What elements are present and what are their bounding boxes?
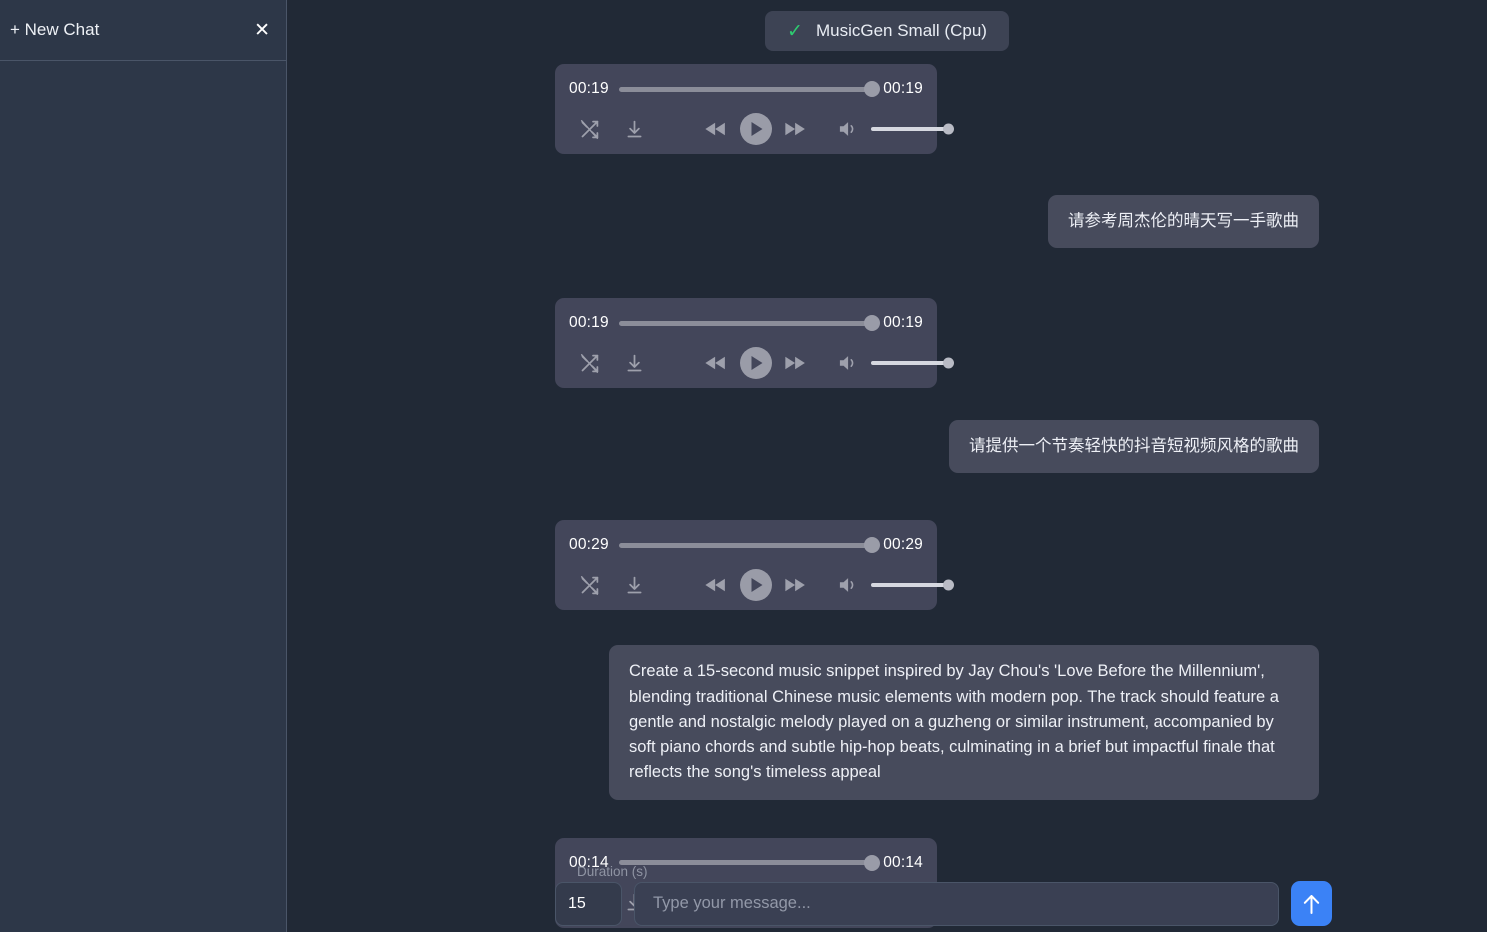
total-time-label: 00:19 [883,314,923,332]
app-root: + New Chat ✕ ✓ MusicGen Small (Cpu) 00:1… [0,0,1487,932]
transport-controls [705,347,807,380]
volume-knob[interactable] [943,123,954,135]
volume-icon[interactable] [839,354,859,372]
total-time-label: 00:29 [883,536,923,554]
rewind-icon[interactable] [705,121,727,137]
send-button[interactable] [1291,881,1332,926]
download-icon[interactable] [624,119,645,140]
user-message-bubble: 请参考周杰伦的晴天写一手歌曲 [1048,195,1319,249]
fast-forward-icon[interactable] [785,355,807,371]
audio-message-row: 00:29 00:29 [555,520,1319,611]
audio-player[interactable]: 00:29 00:29 [555,520,954,611]
player-controls-row [569,347,954,380]
volume-group [839,354,954,372]
seek-slider[interactable] [618,537,881,554]
fast-forward-icon[interactable] [785,577,807,593]
volume-slider[interactable] [871,579,954,591]
seek-knob[interactable] [864,537,881,554]
user-message-bubble: Create a 15-second music snippet inspire… [609,645,1319,800]
play-button[interactable] [740,347,772,380]
download-icon[interactable] [624,353,645,374]
shuffle-disabled-icon[interactable] [579,119,600,140]
volume-slider[interactable] [871,357,954,369]
play-button[interactable] [740,569,772,602]
player-controls-row [569,113,954,145]
player-controls-row [569,569,954,602]
total-time-label: 00:19 [883,80,923,97]
player-progress-row: 00:29 00:29 [569,532,923,558]
new-chat-button[interactable]: + New Chat [4,16,105,44]
text-message-row: 请参考周杰伦的晴天写一手歌曲 [555,195,1319,249]
fast-forward-icon[interactable] [785,121,807,137]
audio-player[interactable]: 00:19 00:19 [555,64,954,154]
text-message-row: Create a 15-second music snippet inspire… [555,645,1319,800]
volume-icon[interactable] [839,120,859,138]
user-message-bubble: 请提供一个节奏轻快的抖音短视频风格的歌曲 [949,420,1319,474]
text-message-row: 请提供一个节奏轻快的抖音短视频风格的歌曲 [555,420,1319,474]
play-button[interactable] [740,113,772,145]
seek-knob[interactable] [864,81,881,97]
audio-player[interactable]: 00:19 00:19 [555,298,954,389]
shuffle-disabled-icon[interactable] [579,353,600,374]
current-time-label: 00:29 [569,536,609,554]
transport-controls [705,113,807,145]
arrow-up-icon [1303,894,1320,914]
seek-slider[interactable] [618,315,881,332]
duration-input[interactable] [555,881,622,926]
seek-slider[interactable] [618,81,881,97]
volume-group [839,120,954,138]
play-icon [751,122,762,136]
player-progress-row: 00:19 00:19 [569,310,923,336]
volume-knob[interactable] [943,579,954,591]
shuffle-disabled-icon[interactable] [579,575,600,596]
chat-history-list[interactable] [0,61,286,932]
volume-slider[interactable] [871,123,954,135]
message-input[interactable] [634,881,1279,926]
audio-message-row: 00:19 00:19 [555,64,1319,154]
current-time-label: 00:19 [569,80,609,97]
rewind-icon[interactable] [705,577,727,593]
player-progress-row: 00:19 00:19 [569,76,923,102]
volume-knob[interactable] [943,357,954,369]
composer-area: Duration (s) [555,864,1332,932]
close-icon[interactable]: ✕ [254,21,270,40]
current-time-label: 00:19 [569,314,609,332]
rewind-icon[interactable] [705,355,727,371]
transport-controls [705,569,807,602]
play-icon [751,578,762,593]
sidebar-header: + New Chat ✕ [0,0,286,61]
volume-icon[interactable] [839,576,859,594]
volume-group [839,576,954,594]
sidebar: + New Chat ✕ [0,0,287,932]
main-panel: ✓ MusicGen Small (Cpu) 00:19 00:19 请参考周杰… [287,0,1487,932]
audio-message-row: 00:19 00:19 [555,298,1319,389]
download-icon[interactable] [624,575,645,596]
duration-label: Duration (s) [577,864,648,879]
chat-scroll-area[interactable]: 00:19 00:19 请参考周杰伦的晴天写一手歌曲 00:19 00:19 请… [287,0,1487,932]
composer-row [555,881,1332,926]
play-icon [751,356,762,371]
seek-knob[interactable] [864,315,881,332]
